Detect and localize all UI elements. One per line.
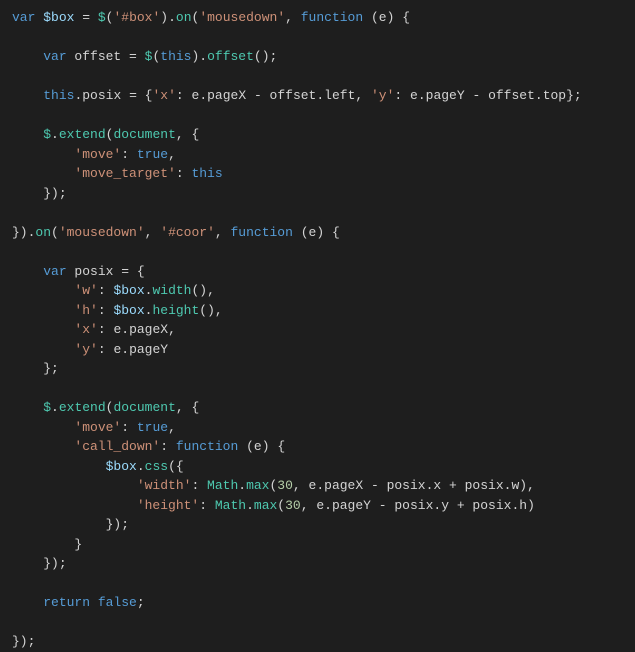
code-line: }); [12, 556, 67, 571]
code-line: 'h': $box.height(), [12, 303, 223, 318]
code-line: } [12, 537, 82, 552]
code-line: $box.css({ [12, 459, 184, 474]
code-line: var $box = $('#box').on('mousedown', fun… [12, 10, 410, 25]
code-line: this.posix = {'x': e.pageX - offset.left… [12, 88, 582, 103]
code-line: }; [12, 361, 59, 376]
code-line: }); [12, 634, 35, 649]
code-line: $.extend(document, { [12, 400, 199, 415]
code-line: var offset = $(this).offset(); [12, 49, 277, 64]
code-line: 'y': e.pageY [12, 342, 168, 357]
code-line: 'move_target': this [12, 166, 223, 181]
code-line: return false; [12, 595, 145, 610]
code-line: 'move': true, [12, 147, 176, 162]
code-line: $.extend(document, { [12, 127, 199, 142]
code-line: 'width': Math.max(30, e.pageX - posix.x … [12, 478, 535, 493]
code-line: 'move': true, [12, 420, 176, 435]
code-line: }).on('mousedown', '#coor', function (e)… [12, 225, 340, 240]
code-block: var $box = $('#box').on('mousedown', fun… [12, 8, 623, 652]
code-line: }); [12, 186, 67, 201]
code-line: 'x': e.pageX, [12, 322, 176, 337]
code-line: 'height': Math.max(30, e.pageY - posix.y… [12, 498, 535, 513]
code-line: 'call_down': function (e) { [12, 439, 285, 454]
code-line: 'w': $box.width(), [12, 283, 215, 298]
code-line: }); [12, 517, 129, 532]
code-line: var posix = { [12, 264, 145, 279]
